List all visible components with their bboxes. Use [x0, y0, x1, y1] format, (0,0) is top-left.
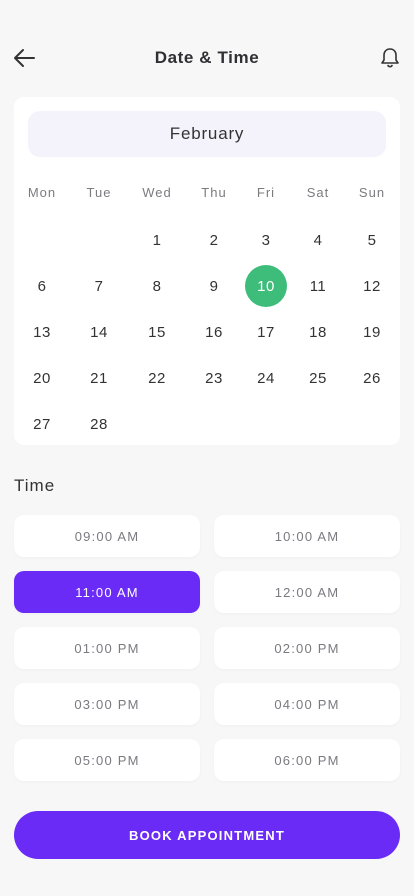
- time-slot[interactable]: 03:00 PM: [14, 683, 200, 725]
- time-slot[interactable]: 05:00 PM: [14, 739, 200, 781]
- day-cell[interactable]: 26: [351, 357, 393, 399]
- day-cell[interactable]: 20: [21, 357, 63, 399]
- date-time-screen: Date & Time February Mon Tue Wed Thu Fri Sat S…: [0, 0, 414, 896]
- day-cell[interactable]: 17: [245, 311, 287, 353]
- time-slot[interactable]: 01:00 PM: [14, 627, 200, 669]
- day-cell[interactable]: 23: [193, 357, 235, 399]
- day-cell[interactable]: 11: [297, 265, 339, 307]
- day-cell[interactable]: 7: [78, 265, 120, 307]
- day-cell[interactable]: 2: [193, 219, 235, 261]
- weekday-sat: Sat: [306, 185, 330, 200]
- header: Date & Time: [0, 36, 414, 80]
- day-cell[interactable]: 28: [78, 403, 120, 445]
- time-slot[interactable]: 12:00 AM: [214, 571, 400, 613]
- month-selector[interactable]: February: [28, 111, 386, 157]
- day-cell[interactable]: 24: [245, 357, 287, 399]
- weekday-fri: Fri: [256, 185, 276, 200]
- day-grid: 1 2 3 4 5 6 7 8 9 10 11 12 13 14 15 16 17 18 19 20 21 22 23 24 2…: [14, 217, 400, 437]
- day-cell[interactable]: 4: [297, 219, 339, 261]
- weekday-thu: Thu: [201, 185, 227, 200]
- page-title: Date & Time: [154, 48, 260, 67]
- time-section-title: Time: [14, 476, 56, 495]
- day-cell[interactable]: 16: [193, 311, 235, 353]
- day-cell[interactable]: 13: [21, 311, 63, 353]
- time-slot-selected[interactable]: 11:00 AM: [14, 571, 200, 613]
- day-cell[interactable]: 12: [351, 265, 393, 307]
- weekday-sun: Sun: [358, 185, 386, 200]
- book-appointment-button[interactable]: BOOK APPOINTMENT: [14, 811, 400, 859]
- day-cell[interactable]: 14: [78, 311, 120, 353]
- day-cell[interactable]: 15: [136, 311, 178, 353]
- day-cell[interactable]: 9: [193, 265, 235, 307]
- weekday-mon: Mon: [27, 185, 57, 200]
- day-cell[interactable]: 6: [21, 265, 63, 307]
- day-cell[interactable]: 18: [297, 311, 339, 353]
- weekday-tue: Tue: [86, 185, 112, 200]
- time-slot[interactable]: 04:00 PM: [214, 683, 400, 725]
- day-cell[interactable]: 27: [21, 403, 63, 445]
- day-cell[interactable]: 25: [297, 357, 339, 399]
- day-cell[interactable]: 22: [136, 357, 178, 399]
- weekday-wed: Wed: [142, 185, 172, 200]
- day-cell[interactable]: 21: [78, 357, 120, 399]
- calendar-card: February Mon Tue Wed Thu Fri Sat Sun 123456789…: [14, 97, 400, 445]
- bell-icon: [381, 48, 399, 68]
- day-cell[interactable]: 5: [351, 219, 393, 261]
- time-slot[interactable]: 06:00 PM: [214, 739, 400, 781]
- day-cell[interactable]: 3: [245, 219, 287, 261]
- time-slot[interactable]: 02:00 PM: [214, 627, 400, 669]
- day-cell[interactable]: 8: [136, 265, 178, 307]
- day-selected[interactable]: 10: [245, 265, 287, 307]
- day-cell[interactable]: 1: [136, 219, 178, 261]
- day-cell[interactable]: 19: [351, 311, 393, 353]
- notifications-button[interactable]: [376, 44, 404, 72]
- weekday-header: Mon Tue Wed Thu Fri Sat Sun: [14, 185, 400, 205]
- time-slot[interactable]: 10:00 AM: [214, 515, 400, 557]
- time-slot[interactable]: 09:00 AM: [14, 515, 200, 557]
